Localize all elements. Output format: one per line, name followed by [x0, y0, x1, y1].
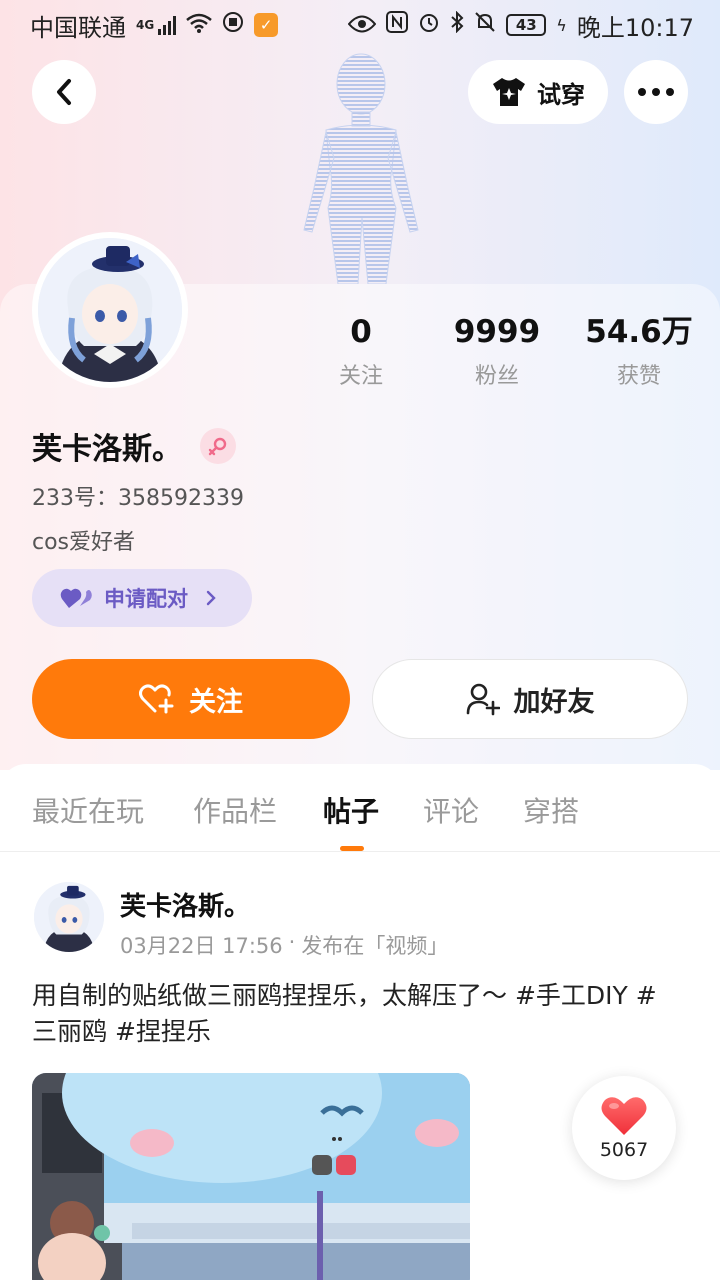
eye-icon [347, 11, 377, 39]
status-bar: 中国联通 4G ✓ 43 ϟ 晚上10:17 [0, 0, 720, 50]
follow-button[interactable]: 关注 [32, 659, 350, 739]
back-button[interactable] [32, 60, 96, 124]
clock-time: 晚上10:17 [576, 13, 694, 42]
stat-likes[interactable]: 54.6万 获赞 [569, 312, 709, 390]
app-notification-icon: ✓ [254, 13, 279, 37]
profile-stats: 0 关注 9999 粉丝 54.6万 获赞 [0, 312, 720, 392]
tab-works[interactable]: 作品栏 [193, 790, 277, 830]
post-date: 03月22日 17:56 [120, 934, 283, 958]
add-user-icon [466, 683, 500, 716]
heart-plus-icon [139, 684, 174, 714]
request-pair-label: 申请配对 [104, 587, 188, 611]
stat-value: 0 [350, 314, 372, 350]
nfc-icon [386, 11, 409, 39]
post-author-avatar[interactable] [34, 882, 104, 952]
status-left: 中国联通 4G ✓ [30, 8, 279, 43]
more-dots-icon [638, 88, 674, 96]
post-author-name[interactable]: 芙卡洛斯。 [120, 886, 250, 923]
signal-icon [158, 15, 177, 35]
add-friend-button[interactable]: 加好友 [372, 659, 688, 739]
heart-icon [601, 1097, 647, 1135]
wifi-icon [186, 13, 213, 38]
post-meta: 03月22日 17:56 · 发布在「视频」 [120, 930, 448, 960]
user-id: 233号：358592339 [32, 486, 244, 511]
network-label: 4G [136, 17, 155, 32]
post-video-thumbnail[interactable] [32, 1073, 470, 1280]
floating-like-button[interactable]: 5067 [572, 1076, 676, 1180]
double-heart-icon [60, 588, 92, 608]
tab-recently-played[interactable]: 最近在玩 [32, 790, 144, 830]
battery-icon: 43 [506, 14, 547, 36]
stat-followers[interactable]: 9999 粉丝 [427, 312, 567, 390]
try-on-label: 试穿 [537, 80, 585, 109]
chevron-left-icon [57, 79, 71, 105]
active-tab-indicator [340, 846, 364, 851]
stat-label: 粉丝 [474, 364, 519, 389]
meta-separator: · [288, 930, 296, 954]
post-channel[interactable]: 发布在「视频」 [301, 930, 448, 960]
like-count: 5067 [599, 1139, 649, 1161]
stat-label: 关注 [338, 364, 383, 389]
tab-posts[interactable]: 帖子 [323, 790, 379, 830]
status-right: 43 ϟ 晚上10:17 [347, 8, 694, 43]
female-gender-icon [200, 428, 236, 464]
carrier-label: 中国联通 [30, 13, 126, 42]
profile-name: 芙卡洛斯。 [32, 432, 182, 467]
chevron-right-icon [206, 590, 216, 606]
charging-icon: ϟ [556, 15, 567, 35]
stat-following[interactable]: 0 关注 [291, 312, 431, 390]
mute-bell-icon [474, 11, 496, 39]
try-on-button[interactable]: 试穿 [468, 60, 608, 124]
stat-label: 获赞 [616, 364, 661, 389]
stat-value: 9999 [453, 314, 541, 350]
avatar-hologram-figure [303, 53, 419, 284]
follow-label: 关注 [189, 686, 243, 718]
post-text[interactable]: 用自制的贴纸做三丽鸥捏捏乐，太解压了～ #手工DIY #三丽鸥 #捏捏乐 [32, 978, 672, 1050]
bluetooth-icon [450, 10, 464, 39]
alarm-icon [418, 11, 440, 39]
tab-comments[interactable]: 评论 [423, 790, 479, 830]
tshirt-sparkle-icon [493, 78, 525, 106]
record-icon [222, 11, 244, 39]
tab-outfits[interactable]: 穿搭 [523, 790, 579, 830]
profile-tabs: 最近在玩 作品栏 帖子 评论 穿搭 [0, 764, 720, 852]
request-pair-button[interactable]: 申请配对 [32, 569, 252, 627]
add-friend-label: 加好友 [513, 686, 595, 718]
more-options-button[interactable] [624, 60, 688, 124]
stat-value: 54.6万 [585, 314, 693, 350]
profile-name-row: 芙卡洛斯。 [32, 424, 236, 468]
profile-bio: cos爱好者 [32, 530, 136, 555]
